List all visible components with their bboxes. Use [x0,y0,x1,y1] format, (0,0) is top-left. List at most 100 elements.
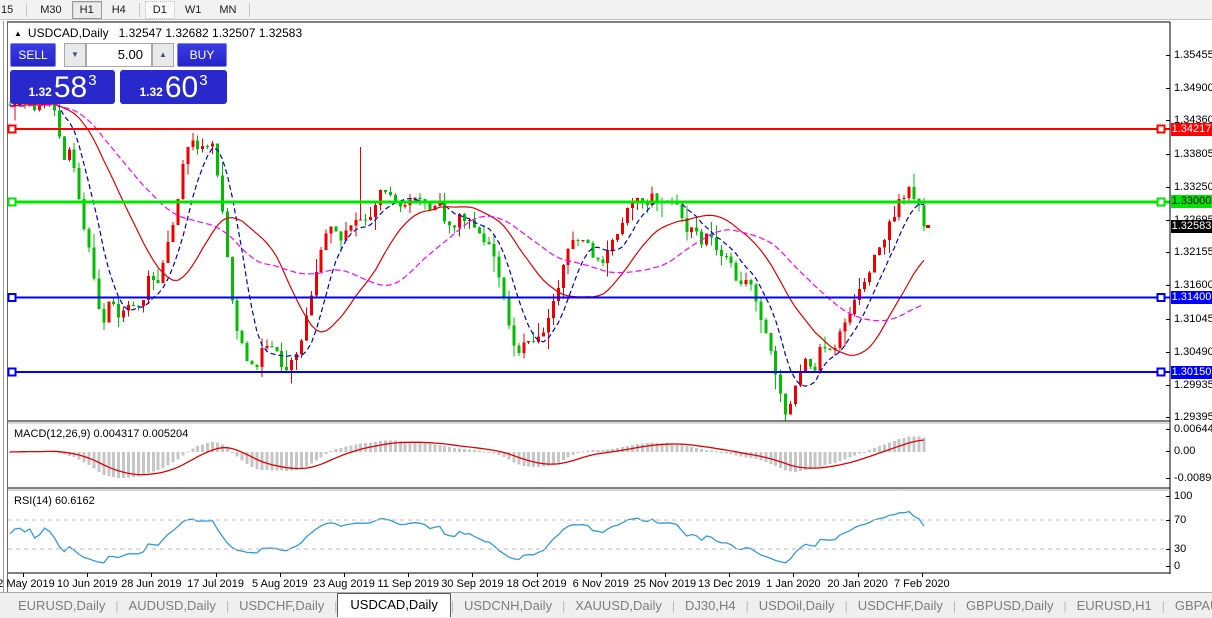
period-button-15[interactable]: 15 [0,1,21,19]
period-button-h1[interactable]: H1 [72,1,102,19]
price-axis-tick [1166,154,1170,155]
date-axis-label: 28 Jun 2019 [116,578,186,590]
date-axis-tick [793,573,794,577]
chart-tab-usdchf-daily[interactable]: USDCHF,Daily [229,595,334,616]
chart-tab-dj30-h4[interactable]: DJ30,H4 [675,595,746,616]
price-axis-tick [1166,352,1170,353]
price-axis-tick-label: 1.30490 [1174,346,1212,358]
collapse-triangle-icon[interactable]: ▲ [14,29,22,38]
date-axis-tick [216,573,217,577]
date-axis-tick [344,573,345,577]
date-axis-label: 23 Aug 2019 [309,578,379,590]
chart-symbol-period: USDCAD,Daily [28,26,109,40]
price-axis-tick [1166,285,1170,286]
period-button-mn[interactable]: MN [211,1,244,19]
date-axis-label: 18 Oct 2019 [502,578,572,590]
date-axis-label: 7 Feb 2020 [887,578,957,590]
sell-price-fraction: 3 [88,72,96,89]
price-axis-tick-label: 1.29935 [1174,379,1212,391]
toolbar-separator [139,3,140,17]
date-axis-tick [151,573,152,577]
price-axis-tick-label: 1.31045 [1174,313,1212,325]
spin-down-icon: ▼ [71,50,79,59]
rsi-label: RSI(14) 60.6162 [14,495,95,507]
price-axis-tick-label: 1.34360 [1174,114,1212,126]
one-click-trading-panel: SELL ▼ 5.00 ▲ BUY 1.32 58 3 1.32 60 3 [10,43,227,126]
sell-button[interactable]: SELL [10,43,56,67]
period-button-m30[interactable]: M30 [32,1,69,19]
rsi-axis-tick [1166,520,1170,521]
hline-price-badge: 1.31400 [1171,291,1212,304]
rsi-axis-label: 100 [1174,490,1192,502]
price-axis-tick [1166,319,1170,320]
chart-tab-gbpaud-h1[interactable]: GBPAUD,H1 [1165,595,1212,616]
date-axis-tick [537,573,538,577]
price-axis-tick [1166,252,1170,253]
sell-price-base: 1.32 [28,85,51,99]
chart-tab-eurusd-h1[interactable]: EURUSD,H1 [1067,595,1162,616]
rsi-axis-tick [1166,549,1170,550]
sell-price-pips: 58 [54,74,87,102]
date-axis-label: 25 Nov 2019 [630,578,700,590]
date-axis-tick [23,573,24,577]
toolbar-separator [249,3,250,17]
price-axis-tick [1166,417,1170,418]
chart-ohlc-values: 1.32547 1.32682 1.32507 1.32583 [119,26,303,40]
price-axis-tick [1166,55,1170,56]
date-axis-label: 17 Jul 2019 [181,578,251,590]
macd-axis-label: -0.008982 [1174,472,1212,484]
date-axis-tick [87,573,88,577]
chart-tab-usdcnh-daily[interactable]: USDCNH,Daily [454,595,562,616]
price-axis-tick-label: 1.32155 [1174,246,1212,258]
spin-up-icon: ▲ [159,50,167,59]
date-axis-tick [665,573,666,577]
chart-tab-xauusd-daily[interactable]: XAUUSD,Daily [565,595,672,616]
date-axis-tick [922,573,923,577]
buy-price-panel[interactable]: 1.32 60 3 [120,70,227,104]
chart-tab-gbpusd-daily[interactable]: GBPUSD,Daily [956,595,1063,616]
rsi-axis-label: 30 [1174,543,1186,555]
price-axis-tick [1166,187,1170,188]
lot-size-input[interactable]: 5.00 [86,43,152,67]
buy-button[interactable]: BUY [177,43,227,67]
macd-axis-label: 0.006448 [1174,423,1212,435]
date-axis-label: 10 Jun 2019 [52,578,122,590]
period-button-d1[interactable]: D1 [145,1,175,19]
chart-tab-audusd-daily[interactable]: AUDUSD,Daily [119,595,226,616]
price-axis-tick-label: 1.33805 [1174,148,1212,160]
rsi-axis-tick [1166,496,1170,497]
period-button-h4[interactable]: H4 [104,1,134,19]
date-axis-tick [280,573,281,577]
hline-price-badge: 1.30150 [1171,366,1212,379]
chart-tab-usdoil-daily[interactable]: USDOil,Daily [749,595,845,616]
macd-axis-label: 0.00 [1174,445,1195,457]
macd-label: MACD(12,26,9) 0.004317 0.005204 [14,428,188,440]
chart-title: ▲ USDCAD,Daily 1.32547 1.32682 1.32507 1… [14,26,302,40]
date-axis-label: 20 Jan 2020 [823,578,893,590]
buy-price-pips: 60 [165,74,198,102]
date-axis-tick [408,573,409,577]
buy-price-fraction: 3 [199,72,207,89]
date-axis-tick [729,573,730,577]
period-button-w1[interactable]: W1 [177,1,210,19]
price-axis-tick-label: 1.31600 [1174,279,1212,291]
chart-tab-eurusd-daily[interactable]: EURUSD,Daily [8,595,115,616]
current-price-badge: 1.32583 [1171,220,1212,233]
lot-decrease-button[interactable]: ▼ [64,43,86,67]
price-axis-tick [1166,220,1170,221]
chart-tab-usdcad-daily[interactable]: USDCAD,Daily [337,593,450,617]
chart-tab-usdchf-daily[interactable]: USDCHF,Daily [848,595,953,616]
date-axis-label: 13 Dec 2019 [694,578,764,590]
date-axis-label: 30 Sep 2019 [437,578,507,590]
date-axis-tick [472,573,473,577]
period-toolbar: 15 M30H1H4 D1W1MN [0,0,1212,20]
sell-price-panel[interactable]: 1.32 58 3 [10,70,115,104]
macd-axis-tick [1166,451,1170,452]
price-axis-tick-label: 1.29395 [1174,411,1212,423]
lot-increase-button[interactable]: ▲ [152,43,174,67]
window-left-border [3,21,4,592]
rsi-axis-tick [1166,566,1170,567]
date-axis-tick [858,573,859,577]
price-axis-tick-label: 1.33250 [1174,181,1212,193]
chart-tab-bar: EURUSD,Daily|AUDUSD,Daily|USDCHF,Daily|U… [0,592,1212,618]
